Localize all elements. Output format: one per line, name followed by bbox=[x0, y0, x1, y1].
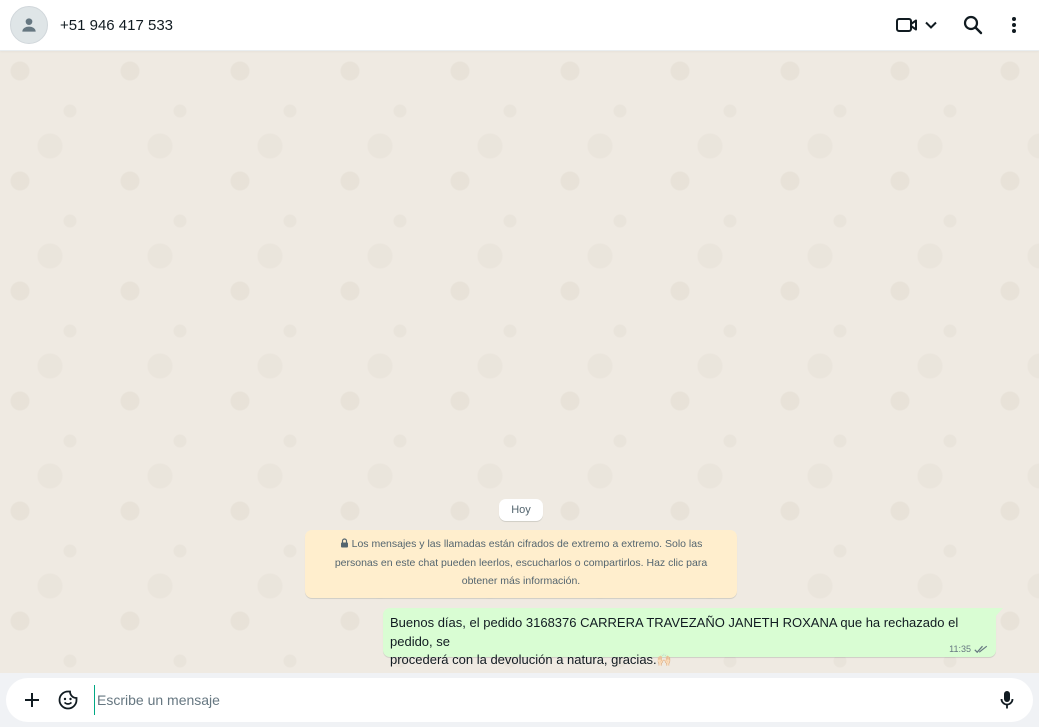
chevron-down-icon bbox=[925, 21, 937, 29]
avatar-person-icon bbox=[22, 18, 36, 32]
search-icon bbox=[963, 15, 983, 35]
chat-area[interactable]: Hoy Los mensajes y las llamadas están ci… bbox=[0, 51, 1039, 673]
plus-icon bbox=[25, 693, 39, 707]
contact-avatar[interactable] bbox=[10, 6, 48, 44]
encryption-notice-line1: Los mensajes y las llamadas están cifrad… bbox=[351, 538, 703, 550]
message-line2-row: procederá con la devolución a natura, gr… bbox=[390, 651, 988, 670]
encryption-notice-line1-row: Los mensajes y las llamadas están cifrad… bbox=[317, 535, 725, 554]
message-input[interactable] bbox=[94, 685, 989, 715]
whatsapp-chat-window: +51 946 417 533 Hoy Los mensajes y las l… bbox=[0, 0, 1039, 727]
message-meta: 11:35 bbox=[949, 644, 988, 654]
chat-header: +51 946 417 533 bbox=[0, 0, 1039, 51]
encryption-notice-line3: obtener más información. bbox=[461, 575, 581, 587]
video-call-icon bbox=[896, 18, 917, 32]
search-button[interactable] bbox=[955, 5, 991, 45]
date-chip: Hoy bbox=[499, 499, 543, 521]
voice-message-button[interactable] bbox=[989, 682, 1025, 718]
message-composer bbox=[0, 673, 1039, 727]
microphone-icon bbox=[1000, 691, 1014, 709]
message-line1: Buenos días, el pedido 3168376 CARRERA T… bbox=[390, 615, 959, 649]
sticker-button[interactable] bbox=[50, 682, 86, 718]
double-check-icon bbox=[974, 645, 988, 653]
contact-name[interactable]: +51 946 417 533 bbox=[60, 17, 173, 34]
header-actions bbox=[893, 5, 1029, 45]
menu-button[interactable] bbox=[999, 5, 1029, 45]
outgoing-message[interactable]: Buenos días, el pedido 3168376 CARRERA T… bbox=[383, 608, 1003, 667]
message-text: Buenos días, el pedido 3168376 CARRERA T… bbox=[390, 614, 988, 670]
message-time: 11:35 bbox=[949, 644, 971, 654]
message-line2: procederá con la devolución a natura, gr… bbox=[390, 652, 657, 667]
encryption-notice-line2: personas en este chat pueden leerlos, es… bbox=[334, 556, 708, 569]
lock-icon bbox=[340, 538, 348, 548]
composer-box bbox=[6, 678, 1033, 722]
menu-dots-icon bbox=[1012, 17, 1016, 33]
attach-button[interactable] bbox=[14, 682, 50, 718]
bubble-tail bbox=[995, 608, 1003, 617]
encryption-notice[interactable]: Los mensajes y las llamadas están cifrad… bbox=[305, 530, 737, 598]
sticker-emoji-icon bbox=[58, 690, 78, 710]
raised-hands-emoji: 🙌🏻 bbox=[656, 653, 672, 667]
video-call-button[interactable] bbox=[893, 5, 941, 45]
